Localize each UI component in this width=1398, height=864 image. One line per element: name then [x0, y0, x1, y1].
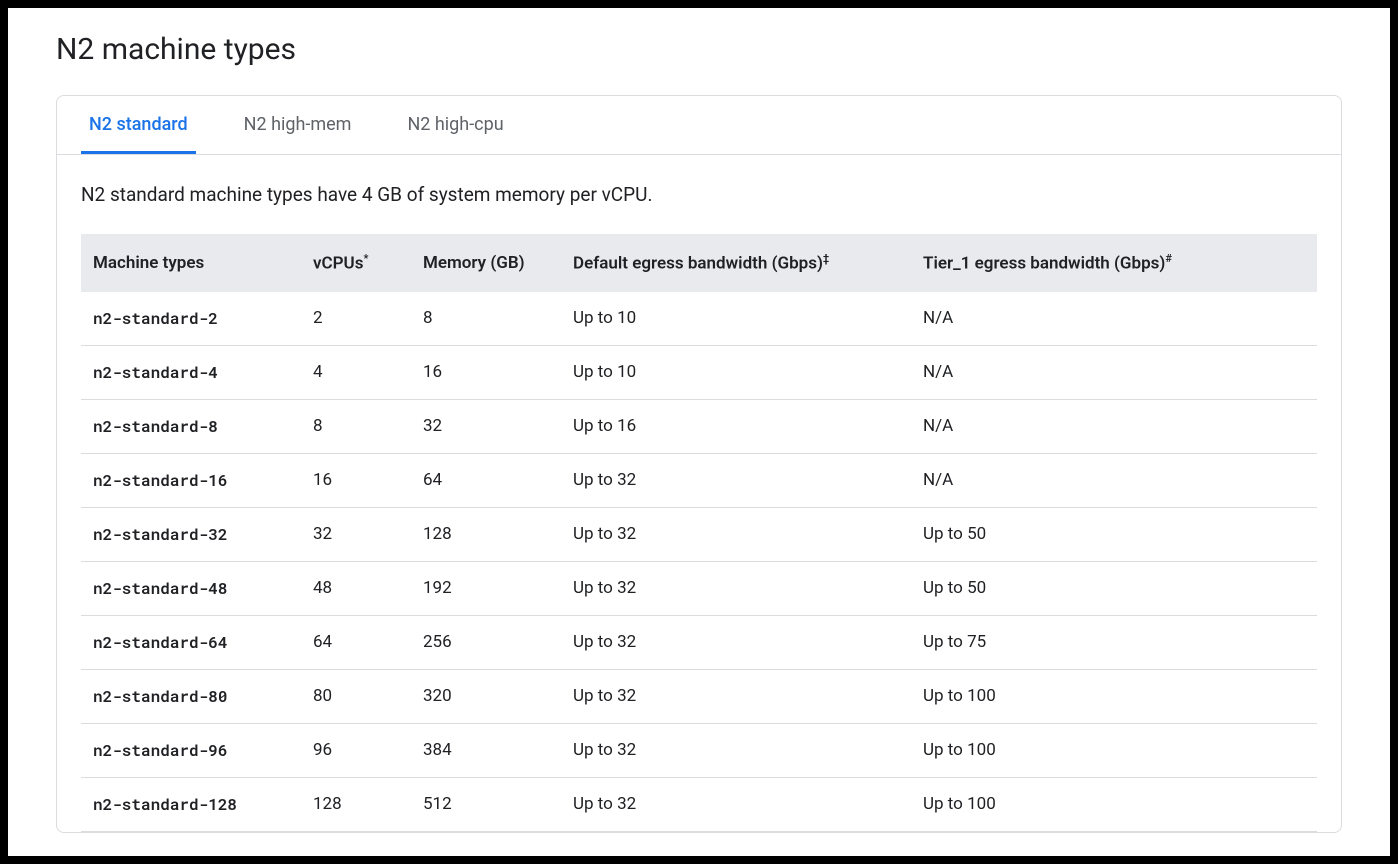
memory-value: 384 [411, 723, 561, 777]
tab-description: N2 standard machine types have 4 GB of s… [81, 183, 1317, 206]
default-bandwidth-value: Up to 16 [561, 399, 911, 453]
col-header: Machine types [81, 234, 301, 292]
default-bandwidth-value: Up to 32 [561, 507, 911, 561]
tier1-bandwidth-value: Up to 75 [911, 615, 1317, 669]
machine-types-table: Machine types vCPUs* Memory (GB) Default eg… [81, 234, 1317, 832]
col-header-footnote: # [1165, 252, 1172, 265]
default-bandwidth-value: Up to 32 [561, 453, 911, 507]
table-row: n2-standard-9696384Up to 32Up to 100 [81, 723, 1317, 777]
memory-value: 8 [411, 292, 561, 346]
table-row: n2-standard-8832Up to 16N/A [81, 399, 1317, 453]
machine-type-name: n2-standard-48 [81, 561, 301, 615]
col-header: Memory (GB) [411, 234, 561, 292]
default-bandwidth-value: Up to 32 [561, 615, 911, 669]
vcpus-value: 48 [301, 561, 411, 615]
vcpus-value: 4 [301, 345, 411, 399]
vcpus-value: 64 [301, 615, 411, 669]
vcpus-value: 32 [301, 507, 411, 561]
table-row: n2-standard-128128512Up to 32Up to 100 [81, 777, 1317, 831]
table-row: n2-standard-4416Up to 10N/A [81, 345, 1317, 399]
col-header-footnote: ‡ [823, 252, 829, 265]
table-row: n2-standard-8080320Up to 32Up to 100 [81, 669, 1317, 723]
col-header: Default egress bandwidth (Gbps)‡ [561, 234, 911, 292]
tier1-bandwidth-value: Up to 50 [911, 507, 1317, 561]
page-title: N2 machine types [56, 32, 1342, 67]
memory-value: 256 [411, 615, 561, 669]
tab-n2-standard[interactable]: N2 standard [81, 96, 196, 154]
vcpus-value: 80 [301, 669, 411, 723]
memory-value: 64 [411, 453, 561, 507]
machine-type-name: n2-standard-2 [81, 292, 301, 346]
vcpus-value: 2 [301, 292, 411, 346]
machine-type-name: n2-standard-32 [81, 507, 301, 561]
col-header: Tier_1 egress bandwidth (Gbps)# [911, 234, 1317, 292]
default-bandwidth-value: Up to 10 [561, 292, 911, 346]
default-bandwidth-value: Up to 32 [561, 777, 911, 831]
memory-value: 32 [411, 399, 561, 453]
vcpus-value: 8 [301, 399, 411, 453]
col-header-footnote: * [363, 252, 368, 265]
tier1-bandwidth-value: N/A [911, 453, 1317, 507]
memory-value: 320 [411, 669, 561, 723]
default-bandwidth-value: Up to 32 [561, 723, 911, 777]
tier1-bandwidth-value: Up to 100 [911, 777, 1317, 831]
table-body: n2-standard-228Up to 10N/An2-standard-44… [81, 292, 1317, 832]
tab-content: N2 standard machine types have 4 GB of s… [57, 155, 1341, 832]
memory-value: 192 [411, 561, 561, 615]
machine-type-name: n2-standard-4 [81, 345, 301, 399]
col-header: vCPUs* [301, 234, 411, 292]
machine-type-name: n2-standard-64 [81, 615, 301, 669]
machine-types-card: N2 standard N2 high-mem N2 high-cpu N2 sta… [56, 95, 1342, 833]
default-bandwidth-value: Up to 10 [561, 345, 911, 399]
table-row: n2-standard-3232128Up to 32Up to 50 [81, 507, 1317, 561]
col-header-label: Tier_1 egress bandwidth (Gbps) [923, 254, 1165, 274]
table-row: n2-standard-228Up to 10N/A [81, 292, 1317, 346]
memory-value: 16 [411, 345, 561, 399]
tabs-bar: N2 standard N2 high-mem N2 high-cpu [57, 96, 1341, 155]
col-header-label: Memory (GB) [423, 253, 525, 273]
machine-type-name: n2-standard-80 [81, 669, 301, 723]
page-container: N2 machine types N2 standardN2 high-memN… [8, 8, 1390, 856]
tier1-bandwidth-value: N/A [911, 345, 1317, 399]
table-row: n2-standard-161664Up to 32N/A [81, 453, 1317, 507]
table-header-row: Machine types vCPUs* Memory (GB) Default eg… [81, 234, 1317, 292]
tier1-bandwidth-value: Up to 100 [911, 669, 1317, 723]
tier1-bandwidth-value: Up to 50 [911, 561, 1317, 615]
machine-type-name: n2-standard-8 [81, 399, 301, 453]
col-header-label: Default egress bandwidth (Gbps) [573, 254, 823, 274]
vcpus-value: 16 [301, 453, 411, 507]
tier1-bandwidth-value: Up to 100 [911, 723, 1317, 777]
memory-value: 512 [411, 777, 561, 831]
default-bandwidth-value: Up to 32 [561, 669, 911, 723]
table-row: n2-standard-4848192Up to 32Up to 50 [81, 561, 1317, 615]
vcpus-value: 128 [301, 777, 411, 831]
default-bandwidth-value: Up to 32 [561, 561, 911, 615]
col-header-label: Machine types [93, 253, 204, 273]
tier1-bandwidth-value: N/A [911, 292, 1317, 346]
tab-n2-high-mem[interactable]: N2 high-mem [236, 96, 360, 154]
tab-n2-high-cpu[interactable]: N2 high-cpu [399, 96, 511, 154]
tier1-bandwidth-value: N/A [911, 399, 1317, 453]
vcpus-value: 96 [301, 723, 411, 777]
machine-type-name: n2-standard-96 [81, 723, 301, 777]
table-row: n2-standard-6464256Up to 32Up to 75 [81, 615, 1317, 669]
col-header-label: vCPUs [313, 254, 363, 274]
machine-type-name: n2-standard-128 [81, 777, 301, 831]
memory-value: 128 [411, 507, 561, 561]
machine-type-name: n2-standard-16 [81, 453, 301, 507]
